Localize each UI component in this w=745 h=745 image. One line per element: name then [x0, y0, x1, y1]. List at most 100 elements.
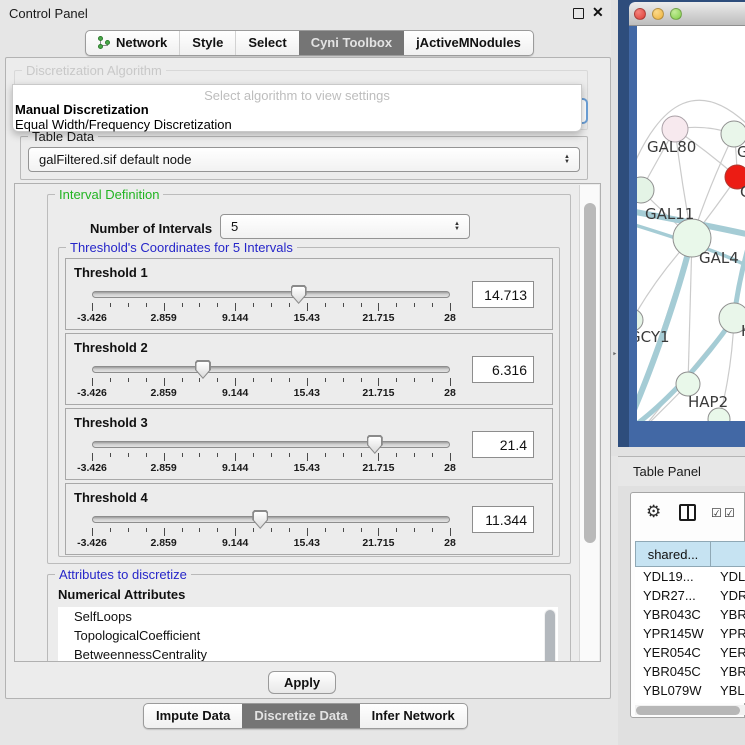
table-row[interactable]: YPR145WYPR1	[635, 624, 745, 643]
tick-mark	[253, 528, 254, 532]
table-cell[interactable]: YBR045C	[635, 662, 711, 681]
threshold-2-value-field[interactable]	[472, 356, 534, 383]
tab-impute-data[interactable]: Impute Data	[144, 704, 242, 728]
minimize-traffic-light-icon[interactable]	[652, 8, 664, 20]
slider-ticks	[92, 453, 450, 462]
number-of-intervals-combobox[interactable]: 5 ▲▼	[220, 214, 470, 239]
tick-mark	[307, 528, 308, 536]
table-cell[interactable]: YBL079W	[635, 681, 711, 700]
table-cell[interactable]: YBR0	[711, 662, 745, 681]
threshold-4-label: Threshold 4	[74, 490, 148, 505]
list-scrollbar[interactable]	[544, 609, 556, 662]
tab-select[interactable]: Select	[235, 31, 298, 55]
table-row[interactable]: YBL079WYBL0	[635, 681, 745, 700]
table-row[interactable]: YLR345WYLR3	[635, 700, 745, 703]
tick-label: 15.43	[294, 537, 320, 549]
threshold-1-slider-track[interactable]	[92, 291, 450, 298]
table-cell[interactable]: YPR145W	[635, 624, 711, 643]
interval-definition-legend: Interval Definition	[55, 187, 163, 202]
table-cell[interactable]: YLR345W	[635, 700, 711, 703]
attribute-list-item[interactable]: BetweennessCentrality	[58, 645, 558, 662]
table-cell[interactable]: YER0	[711, 643, 745, 662]
float-icon[interactable]	[573, 8, 584, 19]
tick-mark	[110, 378, 111, 382]
table-row[interactable]: YER054CYER0	[635, 643, 745, 662]
settings-scrollbar-thumb[interactable]	[584, 203, 596, 543]
table-row[interactable]: YDR27...YDR2	[635, 586, 745, 605]
table-cell[interactable]: YDL19...	[635, 567, 711, 586]
tab-jactivemnodules[interactable]: jActiveMNodules	[404, 31, 533, 55]
tick-mark	[325, 528, 326, 532]
attribute-list-item[interactable]: SelfLoops	[58, 607, 558, 626]
network-window-titlebar[interactable]	[629, 2, 745, 26]
tick-mark	[450, 528, 451, 536]
table-cell[interactable]: YPR1	[711, 624, 745, 643]
slider-ticks	[92, 528, 450, 537]
table-cell[interactable]: YBL0	[711, 681, 745, 700]
tab-cyni-toolbox[interactable]: Cyni Toolbox	[299, 31, 404, 55]
threshold-4-slider-thumb[interactable]	[252, 510, 268, 529]
gear-icon[interactable]: ⚙	[646, 502, 661, 522]
tab-style[interactable]: Style	[179, 31, 235, 55]
table-cell[interactable]: YDR27...	[635, 586, 711, 605]
table-cell[interactable]: YDR2	[711, 586, 745, 605]
tab-network[interactable]: Network	[86, 31, 179, 55]
threshold-1-slider-thumb[interactable]	[291, 285, 307, 304]
table-row[interactable]: YBR045CYBR0	[635, 662, 745, 681]
table-cell[interactable]: YLR3	[711, 700, 745, 703]
table-cell[interactable]: YER054C	[635, 643, 711, 662]
tab-style-label: Style	[192, 35, 223, 50]
table-cell[interactable]: YBR043C	[635, 605, 711, 624]
tick-mark	[343, 303, 344, 307]
column-header-shared[interactable]: shared...	[635, 541, 711, 567]
tick-label: -3.426	[77, 312, 107, 324]
tick-mark	[289, 528, 290, 532]
threshold-4-slider-track[interactable]	[92, 516, 450, 523]
column-header-name[interactable]: n	[711, 541, 745, 567]
apply-button[interactable]: Apply	[268, 671, 336, 694]
tick-label: -3.426	[77, 462, 107, 474]
table-panel-titlebar: Table Panel	[618, 456, 745, 486]
table-cell[interactable]: YBR0	[711, 605, 745, 624]
popup-option-equal-width[interactable]: Equal Width/Frequency Discretization	[15, 117, 232, 132]
network-view-window[interactable]: GAL80GCGAL11GAL4GCY1HHAP2	[629, 2, 745, 447]
tick-label: 9.144	[222, 312, 248, 324]
network-node-label: GCY1	[637, 328, 670, 346]
settings-scrollbar[interactable]	[579, 185, 599, 662]
table-data-combobox[interactable]: galFiltered.sif default node ▲▼	[28, 147, 580, 172]
tab-infer-network[interactable]: Infer Network	[360, 704, 467, 728]
checkbox-icon[interactable]: ☑	[711, 506, 723, 520]
threshold-2-slider-thumb[interactable]	[195, 360, 211, 379]
tab-infer-network-label: Infer Network	[372, 708, 455, 723]
tab-discretize-data[interactable]: Discretize Data	[242, 704, 359, 728]
network-node[interactable]	[637, 177, 654, 203]
tick-mark	[182, 303, 183, 307]
tick-mark	[450, 378, 451, 386]
threshold-1-value-field[interactable]	[472, 281, 534, 308]
threshold-2-slider-track[interactable]	[92, 366, 450, 373]
table-cell[interactable]: YDL1	[711, 567, 745, 586]
threshold-3-value-field[interactable]	[472, 431, 534, 458]
slider-tick-labels: -3.4262.8599.14415.4321.71528	[92, 537, 450, 550]
numerical-attributes-list[interactable]: SelfLoopsTopologicalCoefficientBetweenne…	[58, 607, 558, 662]
slider-tick-labels: -3.4262.8599.14415.4321.71528	[92, 462, 450, 475]
table-hscrollbar-thumb[interactable]	[636, 706, 740, 715]
list-scrollbar-thumb[interactable]	[545, 610, 555, 662]
table-hscrollbar[interactable]	[635, 705, 745, 715]
network-canvas[interactable]: GAL80GCGAL11GAL4GCY1HHAP2	[637, 26, 745, 421]
popup-option-manual[interactable]: Manual Discretization	[15, 102, 149, 117]
column-split-icon[interactable]	[679, 504, 696, 521]
tick-label: 28	[444, 537, 456, 549]
close-icon[interactable]: ✕	[592, 4, 604, 21]
table-row[interactable]: YBR043CYBR0	[635, 605, 745, 624]
threshold-3-slider-track[interactable]	[92, 441, 450, 448]
table-row[interactable]: YDL19...YDL1	[635, 567, 745, 586]
tick-mark	[378, 453, 379, 461]
attribute-list-item[interactable]: TopologicalCoefficient	[58, 626, 558, 645]
checkbox-icon[interactable]: ☑	[724, 506, 736, 520]
zoom-traffic-light-icon[interactable]	[670, 8, 682, 20]
interval-definition-group: Interval Definition Number of Intervals …	[47, 194, 571, 564]
close-traffic-light-icon[interactable]	[634, 8, 646, 20]
threshold-3-slider-thumb[interactable]	[367, 435, 383, 454]
threshold-4-value-field[interactable]	[472, 506, 534, 533]
